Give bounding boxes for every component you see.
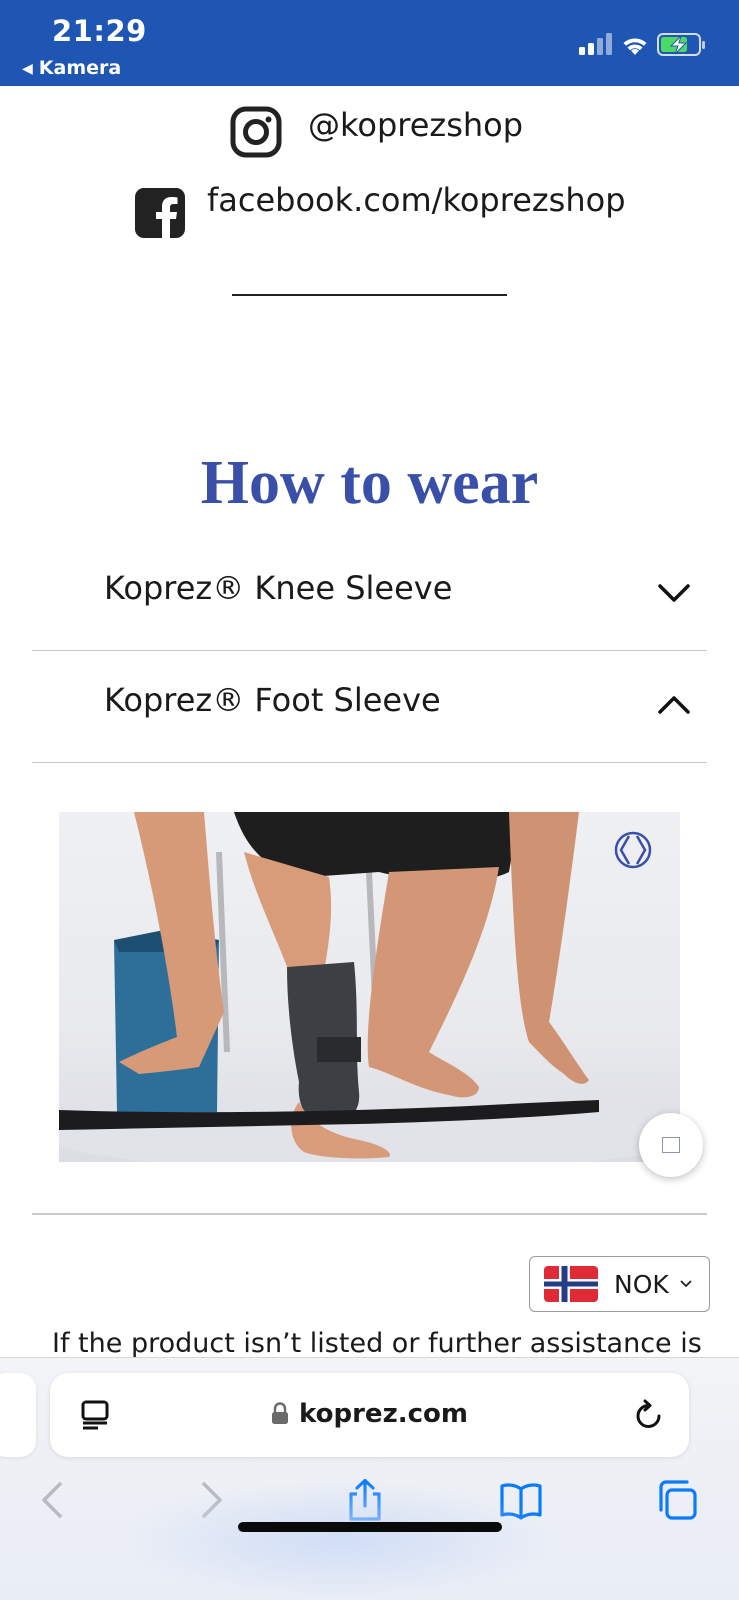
status-bar: 21:29 ◀ Kamera <box>0 0 739 86</box>
help-text: If the product isn’t listed or further a… <box>52 1328 702 1359</box>
facebook-url: facebook.com/koprezshop <box>207 181 626 219</box>
previous-tab-preview[interactable] <box>0 1373 36 1457</box>
signal-icon <box>579 33 612 55</box>
instagram-handle: @koprezshop <box>308 106 524 144</box>
status-icons <box>579 33 705 56</box>
accordion-knee-sleeve[interactable]: Koprez® Knee Sleeve <box>32 539 707 651</box>
address-bar[interactable]: koprez.com <box>50 1373 689 1457</box>
section-title: How to wear <box>200 449 539 517</box>
back-triangle-icon: ◀ <box>22 61 33 77</box>
back-app-label: Kamera <box>38 57 122 79</box>
url-display: koprez.com <box>50 1399 689 1429</box>
divider <box>232 294 507 296</box>
floating-action-button[interactable] <box>639 1113 703 1177</box>
accordion-label: Koprez® Knee Sleeve <box>104 569 453 607</box>
lock-icon <box>272 1402 289 1424</box>
back-icon[interactable] <box>32 1478 76 1522</box>
instagram-icon <box>230 106 282 158</box>
status-time: 21:29 <box>52 14 147 48</box>
currency-code: NOK <box>614 1269 669 1299</box>
reload-icon[interactable] <box>633 1399 665 1431</box>
tabs-icon[interactable] <box>655 1478 699 1522</box>
foot-sleeve-illustration <box>59 812 680 1162</box>
instagram-link[interactable]: @koprezshop <box>230 106 523 158</box>
back-to-app-link[interactable]: ◀ Kamera <box>22 57 121 79</box>
url-text: koprez.com <box>299 1399 468 1429</box>
wifi-icon <box>623 38 647 55</box>
norway-flag-icon <box>544 1266 598 1302</box>
facebook-icon <box>135 188 185 238</box>
foot-sleeve-video[interactable] <box>59 812 680 1162</box>
accordion-foot-sleeve[interactable]: Koprez® Foot Sleeve <box>32 651 707 763</box>
currency-selector[interactable]: NOK <box>529 1256 710 1312</box>
divider <box>32 1213 707 1215</box>
toolbar-glow <box>120 1480 560 1600</box>
battery-charging-icon <box>657 33 705 56</box>
chevron-up-icon <box>658 696 690 714</box>
home-indicator[interactable] <box>238 1522 502 1532</box>
chevron-down-icon <box>658 584 690 602</box>
accordion-label: Koprez® Foot Sleeve <box>104 681 441 719</box>
facebook-link[interactable]: facebook.com/koprezshop <box>135 181 626 238</box>
chevron-down-icon <box>680 1280 692 1288</box>
square-icon <box>662 1137 680 1153</box>
